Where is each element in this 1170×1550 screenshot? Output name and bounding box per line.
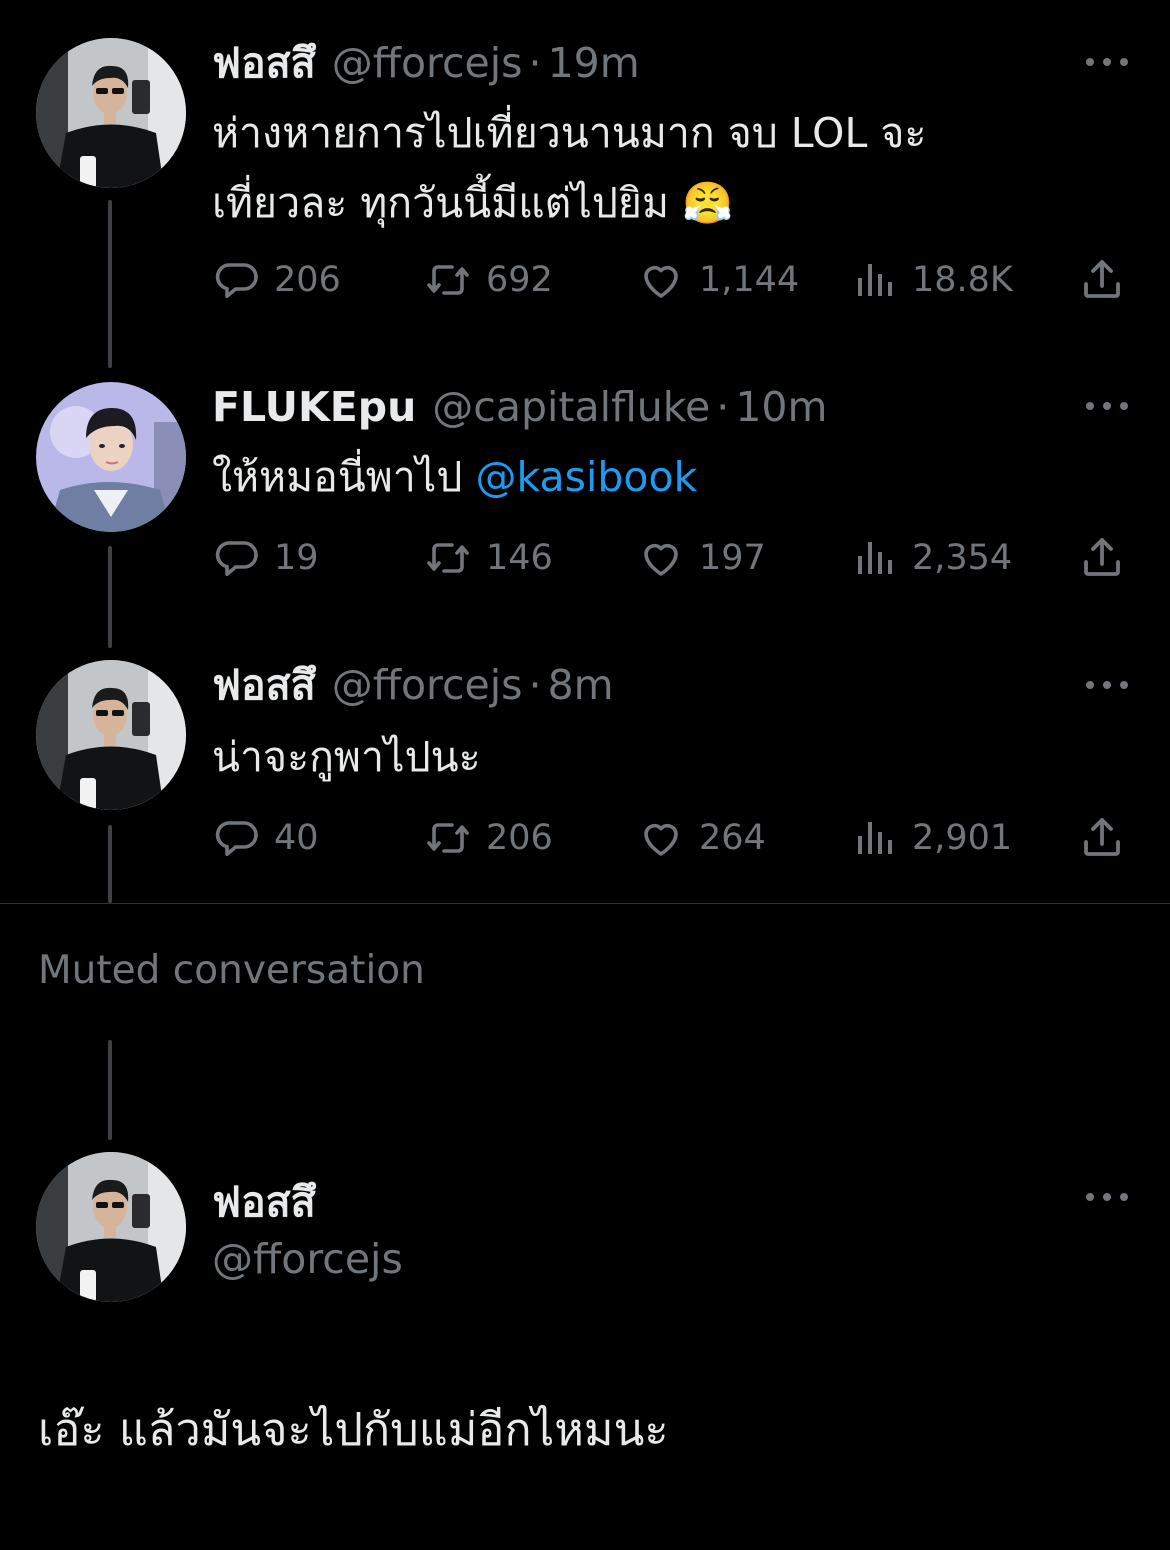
thread-line (108, 1040, 112, 1140)
bar-chart-icon (850, 814, 898, 862)
timestamp[interactable]: 19m (548, 39, 640, 87)
tweet-text-line: ห่างหายการไปเที่ยวนานมาก จบ LOL จะ (212, 109, 927, 157)
retweet-count: 146 (486, 538, 553, 578)
tweet-actions: 19 146 197 2,354 (212, 533, 1132, 583)
muted-conversation-label: Muted conversation (38, 948, 425, 993)
thread-line (108, 825, 112, 903)
tweet-header: FLUKEpu @capitalfluke · 10m (212, 382, 827, 432)
more-options-ellipsis-icon[interactable] (1082, 391, 1132, 421)
tweet-text-line-with-emoji: เที่ยวละ ทุกวันนี้มีแต่ไปยิม 😤 (212, 179, 734, 227)
views-button[interactable]: 18.8K (850, 255, 1013, 305)
views-button[interactable]: 2,354 (850, 533, 1012, 583)
avatar-image (36, 38, 186, 188)
avatar[interactable] (36, 38, 186, 188)
display-name[interactable]: FLUKEpu (212, 383, 416, 431)
separator-dot: · (528, 661, 542, 709)
timestamp[interactable]: 8m (548, 661, 614, 709)
retweet-arrows-icon (424, 256, 472, 304)
thread-page: ฟอสสึ @fforcejs · 19m ห่างหายการไปเที่ยว… (0, 0, 1170, 1550)
tweet-header: ฟอสสึ @fforcejs · 19m (212, 38, 640, 88)
reply-button[interactable]: 19 (212, 533, 319, 583)
user-handle[interactable]: @fforcejs (332, 39, 523, 87)
retweet-button[interactable]: 146 (424, 533, 553, 583)
tweet-text-content: ให้หมอนี่พาไป (212, 453, 463, 501)
view-count: 2,901 (912, 818, 1013, 858)
share-button[interactable] (1078, 255, 1140, 305)
views-button[interactable]: 2,901 (850, 813, 1012, 863)
avatar-image (36, 382, 186, 532)
speech-bubble-icon (212, 534, 260, 582)
share-button[interactable] (1078, 813, 1140, 863)
heart-icon (637, 534, 685, 582)
section-divider (0, 903, 1170, 904)
tweet-actions: 206 692 1,144 18.8K (212, 255, 1132, 305)
avatar-image (36, 1152, 186, 1302)
tweet-text: ห่างหายการไปเที่ยวนานมาก จบ LOL จะ เที่ย… (212, 98, 1112, 238)
retweet-count: 692 (486, 260, 553, 300)
separator-dot: · (716, 383, 730, 431)
timestamp[interactable]: 10m (735, 383, 827, 431)
heart-icon (637, 814, 685, 862)
display-name[interactable]: ฟอสสึ (212, 1170, 316, 1235)
retweet-button[interactable]: 692 (424, 255, 553, 305)
reply-button[interactable]: 40 (212, 813, 319, 863)
retweet-arrows-icon (424, 814, 472, 862)
tweet-actions: 40 206 264 2,901 (212, 813, 1132, 863)
retweet-count: 206 (486, 818, 553, 858)
speech-bubble-icon (212, 256, 260, 304)
more-options-ellipsis-icon[interactable] (1082, 670, 1132, 700)
like-button[interactable]: 264 (637, 813, 766, 863)
view-count: 2,354 (912, 538, 1013, 578)
display-name[interactable]: ฟอสสึ (212, 31, 316, 96)
reply-count: 19 (274, 538, 319, 578)
heart-icon (637, 256, 685, 304)
separator-dot: · (528, 39, 542, 87)
tweet-text-content: น่าจะกูพาไปนะ (212, 733, 481, 781)
user-handle[interactable]: @capitalfluke (432, 383, 710, 431)
share-upload-icon (1078, 534, 1126, 582)
bar-chart-icon (850, 256, 898, 304)
mention-link[interactable]: @kasibook (476, 453, 698, 501)
retweet-button[interactable]: 206 (424, 813, 553, 863)
tweet-text: ให้หมอนี่พาไป @kasibook (212, 442, 1112, 512)
speech-bubble-icon (212, 814, 260, 862)
thread-line (108, 546, 112, 648)
avatar[interactable] (36, 660, 186, 810)
avatar[interactable] (36, 382, 186, 532)
like-button[interactable]: 1,144 (637, 255, 799, 305)
avatar-image (36, 660, 186, 810)
retweet-arrows-icon (424, 534, 472, 582)
avatar[interactable] (36, 1152, 186, 1302)
view-count: 18.8K (912, 260, 1013, 300)
user-handle[interactable]: @fforcejs (212, 1235, 403, 1283)
share-upload-icon (1078, 814, 1126, 862)
reply-count: 40 (274, 818, 319, 858)
face-with-steam-emoji-icon: 😤 (682, 179, 734, 227)
bar-chart-icon (850, 534, 898, 582)
thread-line (108, 200, 112, 368)
more-options-ellipsis-icon[interactable] (1082, 47, 1132, 77)
tweet-text: เอ๊ะ แล้วมันจะไปกับแม่อีกไหมนะ (38, 1403, 669, 1456)
like-count: 197 (699, 538, 766, 578)
reply-button[interactable]: 206 (212, 255, 341, 305)
user-handle[interactable]: @fforcejs (332, 661, 523, 709)
display-name[interactable]: ฟอสสึ (212, 653, 316, 718)
like-button[interactable]: 197 (637, 533, 766, 583)
tweet-text: น่าจะกูพาไปนะ (212, 722, 1112, 792)
share-button[interactable] (1078, 533, 1140, 583)
like-count: 264 (699, 818, 766, 858)
reply-count: 206 (274, 260, 341, 300)
like-count: 1,144 (699, 260, 800, 300)
more-options-ellipsis-icon[interactable] (1082, 1182, 1132, 1212)
share-upload-icon (1078, 256, 1126, 304)
tweet-header: ฟอสสึ @fforcejs · 8m (212, 660, 614, 710)
